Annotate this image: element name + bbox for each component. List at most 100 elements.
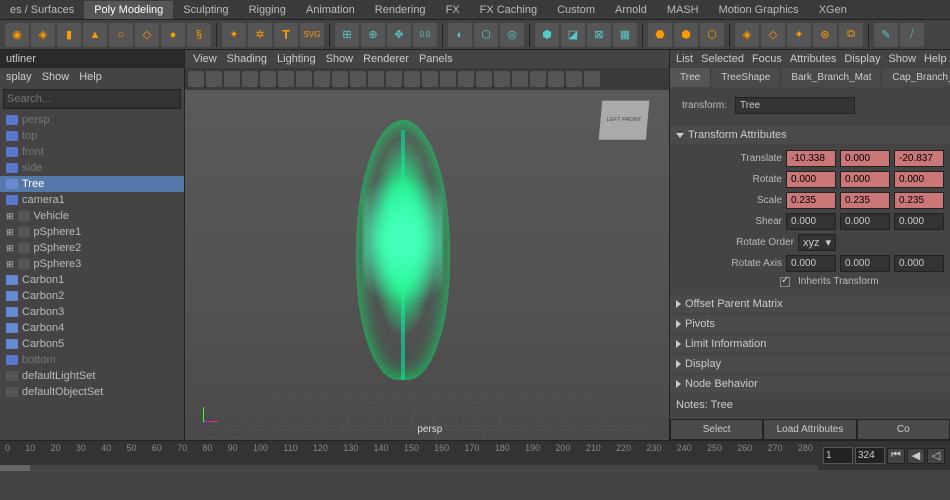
menu-item[interactable]: Shading: [227, 53, 267, 65]
outliner-item[interactable]: side: [0, 160, 184, 176]
end-frame-input[interactable]: [855, 447, 885, 464]
menu-item[interactable]: List: [676, 53, 693, 65]
xray-joints-icon[interactable]: [476, 71, 492, 87]
move-icon[interactable]: ✥: [387, 23, 411, 47]
workspace-tab[interactable]: Animation: [296, 1, 365, 19]
xray-icon[interactable]: [458, 71, 474, 87]
use-lights-icon[interactable]: [422, 71, 438, 87]
workspace-tab[interactable]: Rigging: [239, 1, 296, 19]
wireframe-icon[interactable]: [368, 71, 384, 87]
load-attributes-button[interactable]: Load Attributes: [763, 419, 856, 440]
multicut-icon[interactable]: ✎: [874, 23, 898, 47]
menu-item[interactable]: Lighting: [277, 53, 316, 65]
play-back-icon[interactable]: ◁: [927, 448, 945, 464]
boolean-intersect-icon[interactable]: ⬡: [700, 23, 724, 47]
poly-cone-icon[interactable]: ▲: [83, 23, 107, 47]
ao-icon[interactable]: [494, 71, 510, 87]
shadows-icon[interactable]: [440, 71, 456, 87]
boolean-diff-icon[interactable]: ⬢: [674, 23, 698, 47]
menu-item[interactable]: Focus: [752, 53, 782, 65]
rewind-icon[interactable]: ⏮: [887, 448, 905, 464]
exposure-icon[interactable]: [548, 71, 564, 87]
poly-plane-icon[interactable]: ◇: [135, 23, 159, 47]
attribute-tab[interactable]: Cap_Branch_Mat: [882, 68, 950, 87]
poly-cube-icon[interactable]: ◈: [31, 23, 55, 47]
outliner-item[interactable]: Tree: [0, 176, 184, 192]
workspace-tab[interactable]: MASH: [657, 1, 709, 19]
insert-edge-icon[interactable]: ⧸: [900, 23, 924, 47]
outliner-list[interactable]: persptopfrontsideTreecamera1⊞Vehicle⊞pSp…: [0, 112, 184, 432]
workspace-tab[interactable]: Poly Modeling: [84, 1, 173, 19]
outliner-item[interactable]: top: [0, 128, 184, 144]
star-icon[interactable]: ✦: [222, 23, 246, 47]
offset-parent-section[interactable]: Offset Parent Matrix: [670, 295, 950, 313]
menu-item[interactable]: splay: [6, 71, 32, 83]
menu-item[interactable]: Show: [888, 53, 916, 65]
outliner-item[interactable]: front: [0, 144, 184, 160]
scale-z-input[interactable]: [894, 192, 944, 209]
translate-x-input[interactable]: [786, 150, 836, 167]
extrude-icon[interactable]: ⬢: [535, 23, 559, 47]
outliner-item[interactable]: ⊞pSphere3: [0, 256, 184, 272]
bevel-icon[interactable]: ◪: [561, 23, 585, 47]
node-behavior-section[interactable]: Node Behavior: [670, 375, 950, 393]
workspace-tab[interactable]: Rendering: [365, 1, 436, 19]
attribute-tab[interactable]: TreeShape: [711, 68, 780, 87]
rotate-axis-z-input[interactable]: [894, 255, 944, 272]
workspace-tab[interactable]: XGen: [809, 1, 857, 19]
symmetry-icon[interactable]: ⬡: [474, 23, 498, 47]
safe-title-icon[interactable]: [350, 71, 366, 87]
limit-info-section[interactable]: Limit Information: [670, 335, 950, 353]
time-track[interactable]: 0102030405060708090100110120130140150160…: [0, 441, 818, 471]
translate-z-input[interactable]: [894, 150, 944, 167]
poly-sphere-icon[interactable]: ◉: [5, 23, 29, 47]
transform-name-input[interactable]: [735, 97, 855, 114]
bridge-icon[interactable]: ⊠: [587, 23, 611, 47]
svg-icon[interactable]: SVG: [300, 23, 324, 47]
field-chart-icon[interactable]: [314, 71, 330, 87]
menu-item[interactable]: Help: [924, 53, 947, 65]
inherits-checkbox[interactable]: [780, 277, 790, 287]
grid-icon[interactable]: ⊞: [335, 23, 359, 47]
select-button[interactable]: Select: [670, 419, 763, 440]
current-frame-input[interactable]: [823, 447, 853, 464]
poly-cylinder-icon[interactable]: ▮: [57, 23, 81, 47]
poly-disc-icon[interactable]: ●: [161, 23, 185, 47]
outliner-item[interactable]: defaultLightSet: [0, 368, 184, 384]
fill-icon[interactable]: ▦: [613, 23, 637, 47]
outliner-item[interactable]: camera1: [0, 192, 184, 208]
menu-item[interactable]: Panels: [419, 53, 453, 65]
tree-mesh[interactable]: [401, 130, 405, 380]
view-cube[interactable]: LEFT FRONT: [599, 101, 650, 140]
menu-item[interactable]: View: [193, 53, 217, 65]
combine-icon[interactable]: ◈: [735, 23, 759, 47]
outliner-item[interactable]: persp: [0, 112, 184, 128]
motion-blur-icon[interactable]: [512, 71, 528, 87]
target-weld-icon[interactable]: ⊛: [813, 23, 837, 47]
boolean-union-icon[interactable]: ⬣: [648, 23, 672, 47]
pivots-section[interactable]: Pivots: [670, 315, 950, 333]
attribute-tab[interactable]: Bark_Branch_Mat: [781, 68, 881, 87]
outliner-item[interactable]: Carbon1: [0, 272, 184, 288]
rotate-axis-y-input[interactable]: [840, 255, 890, 272]
gamma-icon[interactable]: [566, 71, 582, 87]
outliner-item[interactable]: Carbon2: [0, 288, 184, 304]
outliner-item[interactable]: bottom: [0, 352, 184, 368]
workspace-tab[interactable]: FX Caching: [470, 1, 547, 19]
outliner-item[interactable]: ⊞pSphere1: [0, 224, 184, 240]
shear-y-input[interactable]: [840, 213, 890, 230]
workspace-tab[interactable]: Arnold: [605, 1, 657, 19]
textured-icon[interactable]: [404, 71, 420, 87]
attribute-tab[interactable]: Tree: [670, 68, 710, 87]
rotate-axis-x-input[interactable]: [786, 255, 836, 272]
outliner-item[interactable]: Carbon3: [0, 304, 184, 320]
menu-item[interactable]: Renderer: [363, 53, 409, 65]
workspace-tab[interactable]: FX: [436, 1, 470, 19]
outliner-item[interactable]: ⊞pSphere2: [0, 240, 184, 256]
workspace-tab[interactable]: Custom: [547, 1, 605, 19]
rotate-order-select[interactable]: xyz▾: [798, 234, 836, 251]
display-section[interactable]: Display: [670, 355, 950, 373]
transform-attributes-section[interactable]: Transform Attributes: [670, 126, 950, 144]
workspace-tab[interactable]: Sculpting: [173, 1, 238, 19]
text-icon[interactable]: T: [274, 23, 298, 47]
